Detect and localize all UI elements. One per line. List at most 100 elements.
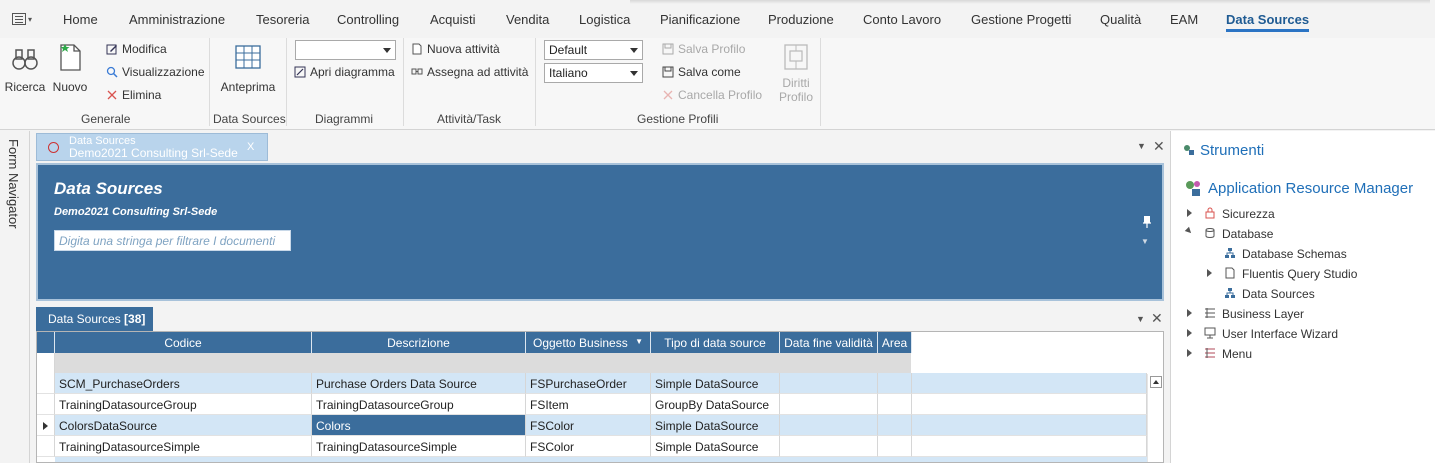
column-header-data-fine[interactable]: Data fine validità [780, 332, 878, 353]
column-header-descrizione[interactable]: Descrizione [312, 332, 526, 353]
nuova-attivita-button[interactable]: Nuova attività [411, 42, 500, 56]
expand-icon[interactable] [1187, 349, 1192, 357]
cell-area[interactable] [878, 436, 912, 457]
cell-area[interactable] [878, 394, 912, 415]
column-header-oggetto-business[interactable]: Oggetto Business ▼ [526, 332, 651, 353]
chevron-down-icon[interactable]: ▼ [1137, 141, 1146, 151]
tree-item-database[interactable]: Database [1222, 227, 1273, 241]
strumenti-title[interactable]: Strumenti [1200, 142, 1264, 159]
diagram-select[interactable] [295, 40, 396, 60]
menu-produzione[interactable]: Produzione [768, 12, 834, 27]
chevron-down-icon[interactable]: ▼ [1136, 314, 1145, 324]
tree-item-menu[interactable]: Menu [1222, 347, 1252, 361]
document-tab[interactable]: Data Sources Demo2021 Consulting Srl-Sed… [36, 133, 268, 161]
cell-codice[interactable]: ColorsDataSource [55, 415, 312, 436]
ricerca-button[interactable]: Ricerca [4, 38, 46, 94]
cell-data-fine[interactable] [780, 394, 878, 415]
expand-icon[interactable] [1187, 209, 1192, 217]
cell-descrizione[interactable]: TrainingDatasourceSimple [312, 436, 526, 457]
menu-conto-lavoro[interactable]: Conto Lavoro [863, 12, 941, 27]
collapse-icon[interactable] [1184, 226, 1194, 236]
expand-icon[interactable] [1187, 329, 1192, 337]
tree-item-data-sources[interactable]: Data Sources [1242, 287, 1315, 301]
cell-tipo[interactable]: Simple DataSource [651, 415, 780, 436]
column-header-tipo[interactable]: Tipo di data source [651, 332, 780, 353]
pin-icon[interactable] [1142, 215, 1152, 229]
menu-tesoreria[interactable]: Tesoreria [256, 12, 309, 27]
expand-icon[interactable] [1187, 309, 1192, 317]
cell-codice[interactable]: TrainingDatasourceGroup [55, 394, 312, 415]
grid-tab[interactable]: Data Sources [38] [36, 307, 153, 331]
close-tab-button[interactable]: X [247, 141, 254, 153]
menu-gestione-progetti[interactable]: Gestione Progetti [971, 12, 1071, 27]
menu-data-sources[interactable]: Data Sources [1226, 12, 1310, 32]
menu-qualita[interactable]: Qualità [1100, 12, 1141, 27]
elimina-button[interactable]: Elimina [106, 88, 161, 102]
anteprima-button[interactable]: Anteprima [218, 38, 278, 94]
cell-area[interactable] [878, 373, 912, 394]
tree-item-database-schemas[interactable]: Database Schemas [1242, 247, 1347, 261]
cell-codice[interactable]: SCM_PurchaseOrders [55, 373, 312, 394]
cell-descrizione[interactable]: Purchase Orders Data Source [312, 373, 526, 394]
arm-title[interactable]: Application Resource Manager [1208, 180, 1413, 197]
salva-profilo-button[interactable]: Salva Profilo [662, 42, 745, 56]
nuovo-button[interactable]: Nuovo [50, 38, 90, 94]
cell-oggetto-business[interactable]: FSItem [526, 394, 651, 415]
cell-data-fine[interactable] [780, 436, 878, 457]
menu-eam[interactable]: EAM [1170, 12, 1198, 27]
tree-item-ui-wizard[interactable]: User Interface Wizard [1222, 327, 1338, 341]
table-row[interactable]: SCM_PurchaseOrders Purchase Orders Data … [37, 373, 1147, 394]
cell-codice[interactable]: TrainingDatasourceSimple [55, 436, 312, 457]
close-icon[interactable]: ✕ [1151, 310, 1163, 327]
cell-oggetto-business[interactable]: FSPurchaseOrder [526, 373, 651, 394]
cell-data-fine[interactable] [780, 415, 878, 436]
cell-descrizione[interactable]: Colors [312, 415, 526, 436]
menu-vendita[interactable]: Vendita [506, 12, 549, 27]
chevron-down-icon[interactable] [630, 71, 638, 76]
chevron-down-icon[interactable] [630, 48, 638, 53]
form-navigator[interactable]: Form Navigator [0, 131, 30, 463]
menu-logistica[interactable]: Logistica [579, 12, 630, 27]
cell-descrizione[interactable]: TrainingDatasourceGroup [312, 394, 526, 415]
profile-select[interactable]: Default [544, 40, 643, 60]
filter-row[interactable] [37, 353, 911, 373]
menu-controlling[interactable]: Controlling [337, 12, 399, 27]
close-icon[interactable]: ✕ [1153, 138, 1165, 155]
cell-tipo[interactable]: GroupBy DataSource [651, 394, 780, 415]
vertical-scrollbar[interactable] [1147, 374, 1163, 462]
cell-tipo[interactable]: Simple DataSource [651, 436, 780, 457]
cell-area[interactable] [878, 415, 912, 436]
app-menu-icon[interactable] [12, 13, 26, 25]
tree-item-sicurezza[interactable]: Sicurezza [1222, 207, 1275, 221]
table-row-selected[interactable]: ColorsDataSource Colors FSColor Simple D… [37, 415, 1147, 436]
expand-icon[interactable] [1207, 269, 1212, 277]
chevron-down-icon[interactable]: ▼ [1141, 237, 1149, 246]
cell-oggetto-business[interactable]: FSColor [526, 436, 651, 457]
cancella-profilo-button[interactable]: Cancella Profilo [662, 88, 762, 102]
diritti-profilo-button[interactable]: Diritti Profilo [772, 38, 820, 104]
assegna-attivita-button[interactable]: Assegna ad attività [411, 65, 528, 79]
tree-item-business-layer[interactable]: Business Layer [1222, 307, 1304, 321]
modifica-button[interactable]: Modifica [106, 42, 167, 56]
app-menu-caret-icon[interactable]: ▾ [28, 15, 32, 24]
sort-down-icon[interactable]: ▼ [635, 337, 643, 346]
scroll-up-icon[interactable] [1150, 376, 1162, 388]
chevron-down-icon[interactable] [383, 48, 391, 53]
table-row[interactable]: TrainingDatasourceSimple TrainingDatasou… [37, 436, 1147, 457]
column-header-area[interactable]: Area [878, 332, 912, 353]
language-select[interactable]: Italiano [544, 63, 643, 83]
table-row[interactable]: TrainingDatasourceGroup TrainingDatasour… [37, 394, 1147, 415]
cell-oggetto-business[interactable]: FSColor [526, 415, 651, 436]
menu-pianificazione[interactable]: Pianificazione [660, 12, 740, 27]
filter-input[interactable]: Digita una stringa per filtrare I docume… [54, 230, 291, 251]
tree-item-query-studio[interactable]: Fluentis Query Studio [1242, 267, 1357, 281]
menu-amministrazione[interactable]: Amministrazione [129, 12, 225, 27]
visualizzazione-button[interactable]: Visualizzazione [106, 65, 205, 79]
salva-come-button[interactable]: Salva come [662, 65, 741, 79]
menu-home[interactable]: Home [63, 12, 98, 27]
column-header-codice[interactable]: Codice [55, 332, 312, 353]
apri-diagramma-button[interactable]: Apri diagramma [294, 65, 395, 79]
cell-data-fine[interactable] [780, 373, 878, 394]
cell-tipo[interactable]: Simple DataSource [651, 373, 780, 394]
menu-acquisti[interactable]: Acquisti [430, 12, 476, 27]
